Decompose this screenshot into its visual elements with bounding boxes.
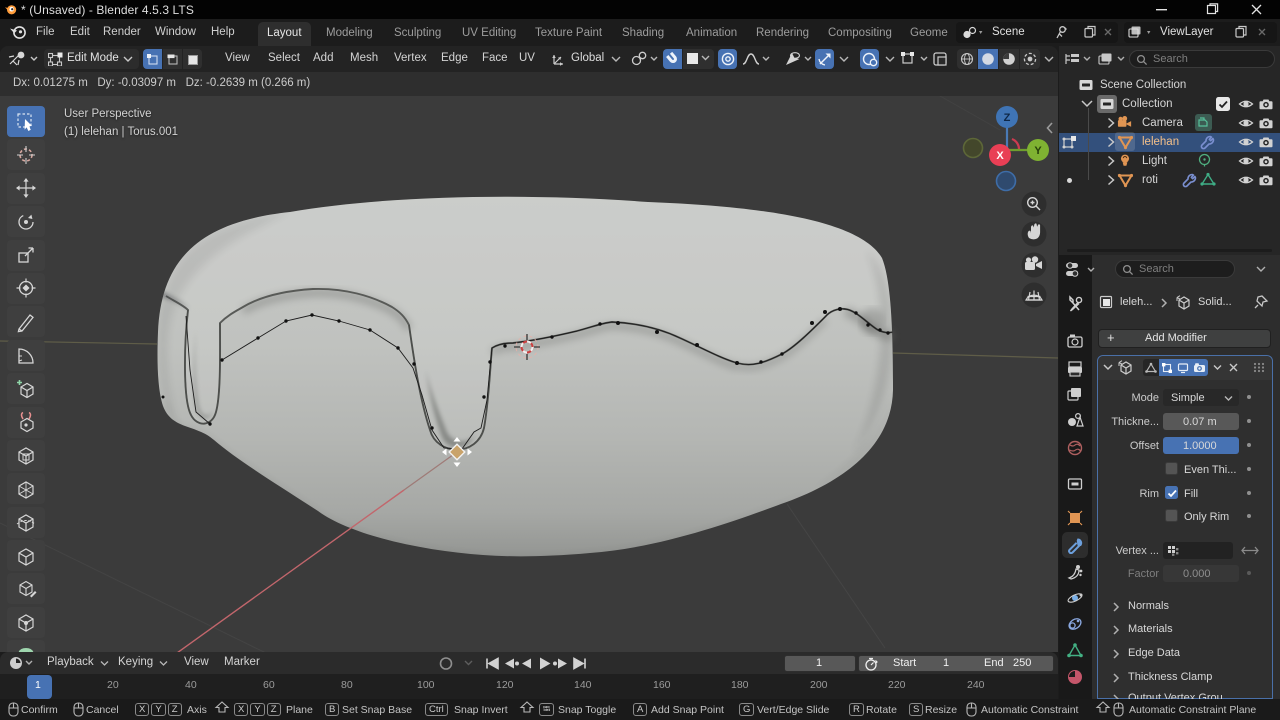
svg-text:X: X [996, 150, 1004, 162]
svg-text:Y: Y [1034, 145, 1042, 157]
svg-text:Z: Z [1004, 112, 1011, 124]
